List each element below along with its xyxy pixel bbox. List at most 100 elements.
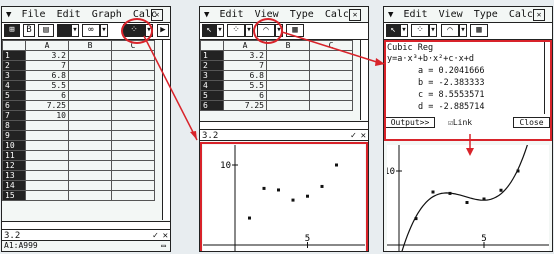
table-row: 27 [2, 60, 155, 71]
check-icon[interactable]: ✓ [351, 130, 356, 142]
horizontal-scrollbar[interactable] [200, 121, 368, 129]
table-row: 3 6.8 [2, 70, 155, 81]
menu-calc[interactable]: Calc [325, 9, 349, 20]
table-view-icon[interactable]: ▦ [286, 24, 304, 37]
pointer-icon[interactable]: ↖ [386, 24, 400, 37]
table-row: 7 10 [2, 110, 155, 121]
menu-calc[interactable]: Calc [509, 9, 533, 20]
spreadsheet-grid: A B C 1 3.2 27 3 6.8 4 5.5 56 6 7.25 [200, 40, 368, 111]
scroll-right-icon[interactable]: ▶ [157, 24, 169, 37]
table-row: 12 [2, 160, 155, 171]
menu-file[interactable]: File [21, 9, 45, 20]
table-row: 10 [2, 140, 155, 151]
results-highlight-box [384, 40, 552, 141]
table-row: 8 [2, 120, 155, 131]
screen-scatter: ▼ Edit View Type Calc ✕ ↖ ▾ ⁘ ▾ ⌒ ▾ ▦ A … [199, 6, 369, 252]
highlight-circle [121, 18, 153, 44]
menu-edit[interactable]: Edit [57, 9, 81, 20]
table-row: 1 3.2 [2, 50, 155, 61]
menu-edit[interactable]: Edit [219, 9, 243, 20]
table-row: 56 [200, 90, 353, 101]
close-icon[interactable]: ✕ [151, 9, 163, 21]
table-row: 4 5.5 [200, 80, 353, 91]
toolbar: ↖ ▾ ⁘ ▾ ⌒ ▾ ▦ [200, 23, 368, 40]
vertical-scrollbar[interactable] [360, 40, 368, 120]
dropdown-arrow-icon[interactable]: ▾ [216, 24, 224, 37]
table-row: 14 [2, 180, 155, 191]
data-point [414, 217, 418, 221]
table-row: 11 [2, 150, 155, 161]
menu-graph[interactable]: Graph [92, 9, 122, 20]
table-row: 9 [2, 130, 155, 141]
dropdown-arrow-icon[interactable]: ▾ [459, 24, 467, 37]
spreadsheet-table: A B C 1 3.2 27 3 6.8 4 5.5 56 6 7.25 [200, 40, 353, 111]
data-point [482, 197, 486, 201]
table-row: 6 7.25 [200, 100, 353, 111]
fill-icon[interactable] [57, 24, 71, 37]
edit-value[interactable]: 3.2 [4, 231, 20, 241]
table-row: 56 [2, 90, 155, 101]
cancel-icon[interactable]: ✕ [361, 130, 366, 142]
table-row: 13 [2, 170, 155, 181]
table-row: 1 3.2 [200, 50, 353, 61]
data-point [499, 188, 503, 192]
graph-highlight-box [200, 142, 368, 251]
data-point [516, 169, 520, 173]
menu-view[interactable]: View [439, 9, 463, 20]
menu-type[interactable]: Type [474, 9, 498, 20]
spreadsheet-table: A B C 1 3.2 27 3 6.8 4 5.5 56 6 7.25 7 10 8 9… [2, 40, 155, 201]
regression-graph[interactable]: 10 5 [387, 145, 549, 251]
dropdown-arrow-icon[interactable]: ▾ [100, 24, 108, 37]
cell-edit-line[interactable]: 3.2 ✓ ✕ [200, 129, 368, 141]
toolbar: ↖ ▾ ⁘ ▾ ⌒ ▾ ▦ [384, 23, 552, 40]
screen-spreadsheet: ▼ File Edit Graph Calc ✕ ⊞ B ▤ ▾ ∞ ▾ ⁘ ▾… [1, 6, 171, 252]
scatter-plot-icon[interactable]: ⁘ [227, 24, 245, 37]
close-icon[interactable]: ✕ [533, 9, 545, 21]
status-bar: A1:A999 ▭ [2, 241, 170, 251]
data-point [465, 201, 469, 204]
dropdown-arrow-icon[interactable]: ▾ [71, 24, 79, 37]
regression-curve [401, 145, 528, 251]
toolbar-b-button[interactable]: B [23, 24, 35, 37]
vertical-scrollbar[interactable] [162, 40, 170, 220]
data-point [431, 190, 435, 194]
regression-plot: 10 5 [387, 145, 549, 251]
menu-triangle-icon[interactable]: ▼ [204, 10, 209, 20]
table-row: 4 5.5 [2, 80, 155, 91]
column-header-b[interactable]: B [68, 40, 112, 51]
highlight-circle [253, 18, 283, 44]
menu-edit[interactable]: Edit [403, 9, 427, 20]
menu-bar: ▼ Edit View Type Calc ✕ [200, 7, 368, 23]
link-icon[interactable]: ∞ [82, 24, 100, 37]
pointer-icon[interactable]: ↖ [202, 24, 216, 37]
selection-range: A1:A999 [4, 241, 38, 250]
format-icon[interactable]: ▤ [38, 24, 54, 37]
dropdown-arrow-icon[interactable]: ▾ [245, 24, 253, 37]
cell-edit-line[interactable]: 3.2 ✓ ✕ [2, 229, 170, 241]
horizontal-scrollbar[interactable] [2, 221, 170, 229]
cell-mode-icon[interactable]: ⊞ [4, 24, 20, 37]
y-tick-label: 10 [387, 167, 395, 177]
menu-triangle-icon[interactable]: ▼ [6, 10, 11, 20]
menu-triangle-icon[interactable]: ▼ [388, 10, 393, 20]
column-header-a[interactable]: A [25, 40, 69, 51]
battery-icon: ▭ [161, 241, 166, 250]
table-row: 27 [200, 60, 353, 71]
table-row: 3 6.8 [200, 70, 353, 81]
corner-cell [2, 40, 26, 51]
data-point [448, 191, 452, 195]
regression-icon[interactable]: ⌒ [441, 24, 459, 37]
close-icon[interactable]: ✕ [349, 9, 361, 21]
edit-value[interactable]: 3.2 [202, 131, 218, 141]
dropdown-arrow-icon[interactable]: ▾ [400, 24, 408, 37]
scatter-plot-icon[interactable]: ⁘ [411, 24, 429, 37]
arrow-head [190, 131, 197, 140]
table-row: 15 [2, 190, 155, 201]
column-header-c[interactable]: C [309, 40, 353, 51]
table-row: 6 7.25 [2, 100, 155, 111]
spreadsheet-grid: A B C 1 3.2 27 3 6.8 4 5.5 56 6 7.25 7 10 8 9… [2, 40, 170, 201]
table-view-icon[interactable]: ▦ [470, 24, 488, 37]
dropdown-arrow-icon[interactable]: ▾ [429, 24, 437, 37]
menu-type[interactable]: Type [290, 9, 314, 20]
screen-regression: ▼ Edit View Type Calc ✕ ↖ ▾ ⁘ ▾ ⌒ ▾ ▦ Cu… [383, 6, 553, 252]
